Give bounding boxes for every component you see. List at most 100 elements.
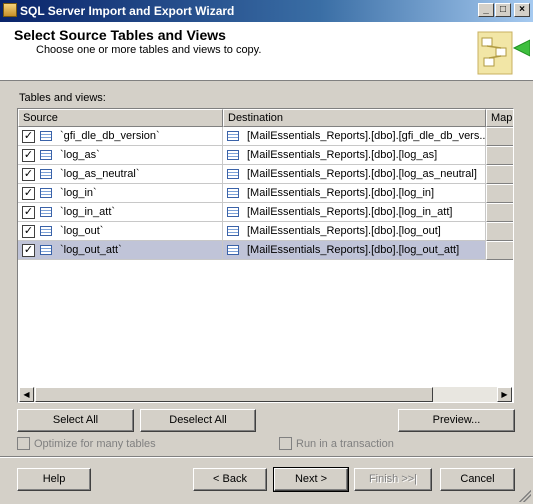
destination-cell[interactable]: [MailEssentials_Reports].[dbo].[log_as_n… (223, 165, 486, 184)
row-checkbox[interactable]: ✓ (22, 187, 35, 200)
optimize-checkbox[interactable]: Optimize for many tables (17, 437, 156, 450)
table-row[interactable]: ✓ `log_as_neutral` [MailEssentials_Reports… (18, 165, 513, 184)
footer-separator (0, 456, 533, 458)
deselect-all-button[interactable]: Deselect All (140, 409, 256, 432)
minimize-button[interactable]: _ (478, 3, 494, 17)
row-checkbox[interactable]: ✓ (22, 168, 35, 181)
scroll-left-icon[interactable]: ◀ (19, 387, 34, 402)
edit-mappings-button[interactable] (486, 222, 513, 241)
optimize-checkbox-box[interactable] (17, 437, 30, 450)
back-button[interactable]: < Back (193, 468, 267, 491)
source-cell[interactable]: ✓ `log_as_neutral` (18, 165, 223, 184)
table-icon (40, 150, 52, 160)
table-icon (40, 207, 52, 217)
source-name: `log_as_neutral` (60, 168, 140, 180)
column-header-destination[interactable]: Destination (223, 109, 486, 127)
destination-name: [MailEssentials_Reports].[dbo].[log_in] (247, 187, 435, 199)
transaction-checkbox[interactable]: Run in a transaction (279, 437, 394, 450)
preview-button[interactable]: Preview... (398, 409, 515, 432)
destination-cell[interactable]: [MailEssentials_Reports].[dbo].[log_out] (223, 222, 486, 241)
table-icon (40, 131, 52, 141)
title-bar[interactable]: SQL Server Import and Export Wizard _ □ … (0, 0, 533, 22)
scroll-thumb[interactable] (35, 387, 433, 402)
destination-cell[interactable]: [MailEssentials_Reports].[dbo].[log_out_… (223, 241, 486, 260)
destination-cell[interactable]: [MailEssentials_Reports].[dbo].[log_in_a… (223, 203, 486, 222)
table-icon (40, 169, 52, 179)
table-row[interactable]: ✓ `log_in_att` [MailEssentials_Reports].[d… (18, 203, 513, 222)
edit-mappings-button[interactable] (486, 146, 513, 165)
close-button[interactable]: × (514, 3, 530, 17)
resize-grip-icon[interactable] (519, 490, 531, 502)
wizard-window: SQL Server Import and Export Wizard _ □ … (0, 0, 533, 504)
table-icon (40, 245, 52, 255)
source-cell[interactable]: ✓ `log_out_att` (18, 241, 223, 260)
row-checkbox[interactable]: ✓ (22, 244, 35, 257)
table-icon (40, 188, 52, 198)
column-header-source[interactable]: Source (18, 109, 223, 127)
table-icon (227, 245, 239, 255)
source-name: `log_in` (60, 187, 97, 199)
table-row[interactable]: ✓ `log_out` [MailEssentials_Reports].[dbo]… (18, 222, 513, 241)
table-row[interactable]: ✓ `gfi_dle_db_version` [MailEssentials_Rep… (18, 127, 513, 146)
maximize-button[interactable]: □ (495, 3, 511, 17)
edit-mappings-button[interactable] (486, 241, 513, 260)
source-name: `log_in_att` (60, 206, 116, 218)
column-header-mapping[interactable]: Map (486, 109, 513, 127)
source-cell[interactable]: ✓ `log_in` (18, 184, 223, 203)
destination-name: [MailEssentials_Reports].[dbo].[log_out_… (247, 244, 460, 256)
source-name: `gfi_dle_db_version` (60, 130, 160, 142)
source-name: `log_as` (60, 149, 100, 161)
destination-cell[interactable]: [MailEssentials_Reports].[dbo].[log_in] (223, 184, 486, 203)
row-checkbox[interactable]: ✓ (22, 225, 35, 238)
edit-mappings-button[interactable] (486, 203, 513, 222)
destination-name: [MailEssentials_Reports].[dbo].[log_as] (247, 149, 438, 161)
tables-grid[interactable]: Source Destination Map ✓ `gfi_dle_db_vers… (17, 108, 514, 403)
destination-name: [MailEssentials_Reports].[dbo].[gfi_dle_… (247, 130, 486, 142)
row-checkbox[interactable]: ✓ (22, 206, 35, 219)
edit-mappings-button[interactable] (486, 184, 513, 203)
table-icon (40, 226, 52, 236)
row-checkbox[interactable]: ✓ (22, 149, 35, 162)
scroll-right-icon[interactable]: ▶ (497, 387, 512, 402)
window-title: SQL Server Import and Export Wizard (20, 4, 235, 18)
destination-name: [MailEssentials_Reports].[dbo].[log_as_n… (247, 168, 477, 180)
table-row[interactable]: ✓ `log_in` [MailEssentials_Reports].[dbo].… (18, 184, 513, 203)
table-icon (227, 226, 239, 236)
edit-mappings-button[interactable] (486, 165, 513, 184)
destination-name: [MailEssentials_Reports].[dbo].[log_in_a… (247, 206, 453, 218)
select-all-button[interactable]: Select All (17, 409, 134, 432)
wizard-header: Select Source Tables and Views Choose on… (0, 22, 533, 81)
transaction-checkbox-box[interactable] (279, 437, 292, 450)
table-icon (227, 150, 239, 160)
table-icon (227, 188, 239, 198)
source-name: `log_out` (60, 225, 104, 237)
source-cell[interactable]: ✓ `gfi_dle_db_version` (18, 127, 223, 146)
destination-cell[interactable]: [MailEssentials_Reports].[dbo].[gfi_dle_… (223, 127, 486, 146)
table-row[interactable]: ✓ `log_as` [MailEssentials_Reports].[dbo].… (18, 146, 513, 165)
finish-button: Finish >>| (354, 468, 432, 491)
edit-mappings-button[interactable] (486, 127, 513, 146)
cancel-button[interactable]: Cancel (440, 468, 515, 491)
transaction-label: Run in a transaction (296, 437, 394, 450)
source-cell[interactable]: ✓ `log_out` (18, 222, 223, 241)
wizard-app-icon (3, 3, 17, 17)
page-title: Select Source Tables and Views (14, 27, 226, 43)
help-button[interactable]: Help (17, 468, 91, 491)
page-subtitle: Choose one or more tables and views to c… (36, 44, 262, 56)
destination-cell[interactable]: [MailEssentials_Reports].[dbo].[log_as] (223, 146, 486, 165)
optimize-label: Optimize for many tables (34, 437, 156, 450)
source-cell[interactable]: ✓ `log_as` (18, 146, 223, 165)
source-name: `log_out_att` (60, 244, 122, 256)
table-icon (227, 169, 239, 179)
next-button[interactable]: Next > (273, 467, 349, 492)
table-icon (227, 207, 239, 217)
source-cell[interactable]: ✓ `log_in_att` (18, 203, 223, 222)
tables-views-label: Tables and views: (19, 92, 106, 104)
grid-header: Source Destination Map (18, 109, 513, 127)
wizard-banner-icon (477, 31, 530, 75)
table-row[interactable]: ✓ `log_out_att` [MailEssentials_Reports].[… (18, 241, 513, 260)
row-checkbox[interactable]: ✓ (22, 130, 35, 143)
table-icon (227, 131, 239, 141)
destination-name: [MailEssentials_Reports].[dbo].[log_out] (247, 225, 441, 237)
horizontal-scrollbar[interactable]: ◀ ▶ (19, 387, 512, 402)
